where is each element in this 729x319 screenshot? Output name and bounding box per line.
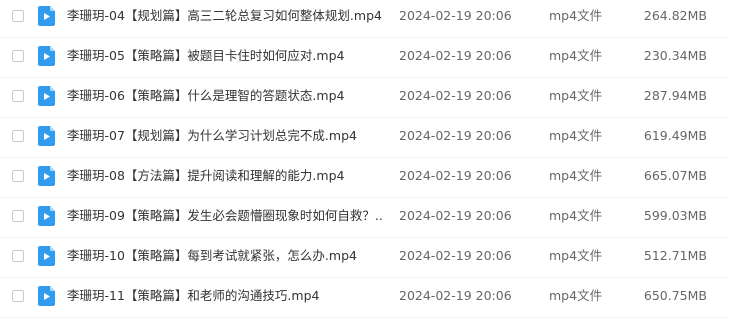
file-size: 264.82MB — [643, 8, 707, 23]
file-name[interactable]: 李珊玥-06【策略篇】什么是理智的答题状态.mp4 — [67, 87, 382, 105]
file-name[interactable]: 李珊玥-07【规划篇】为什么学习计划总完不成.mp4 — [67, 127, 382, 145]
row-checkbox[interactable] — [12, 250, 24, 262]
file-date: 2024-02-19 20:06 — [399, 88, 512, 103]
file-name[interactable]: 李珊玥-05【策略篇】被题目卡住时如何应对.mp4 — [67, 47, 382, 65]
video-file-icon — [38, 206, 55, 226]
file-name[interactable]: 李珊玥-10【策略篇】每到考试就紧张，怎么办.mp4 — [67, 247, 382, 265]
file-date: 2024-02-19 20:06 — [399, 248, 512, 263]
file-date: 2024-02-19 20:06 — [399, 208, 512, 223]
file-size: 665.07MB — [643, 168, 707, 183]
file-size: 619.49MB — [643, 128, 707, 143]
file-name[interactable]: 李珊玥-04【规划篇】高三二轮总复习如何整体规划.mp4 — [67, 7, 382, 25]
video-file-icon — [38, 6, 55, 26]
file-date: 2024-02-19 20:06 — [399, 288, 512, 303]
file-date: 2024-02-19 20:06 — [399, 8, 512, 23]
file-type: mp4文件 — [549, 168, 603, 183]
file-row[interactable]: 李珊玥-11【策略篇】和老师的沟通技巧.mp4 2024-02-19 20:06… — [0, 278, 729, 318]
file-type: mp4文件 — [549, 8, 603, 23]
video-file-icon — [38, 286, 55, 306]
file-size: 230.34MB — [643, 48, 707, 63]
file-row[interactable]: 李珊玥-10【策略篇】每到考试就紧张，怎么办.mp4 2024-02-19 20… — [0, 238, 729, 278]
file-size: 512.71MB — [643, 248, 707, 263]
file-name[interactable]: 李珊玥-11【策略篇】和老师的沟通技巧.mp4 — [67, 287, 382, 305]
video-file-icon — [38, 166, 55, 186]
video-file-icon — [38, 86, 55, 106]
file-row[interactable]: 李珊玥-09【策略篇】发生必会题懵圈现象时如何自救？.... 2024-02-1… — [0, 198, 729, 238]
file-row[interactable]: 李珊玥-07【规划篇】为什么学习计划总完不成.mp4 2024-02-19 20… — [0, 118, 729, 158]
file-name[interactable]: 李珊玥-09【策略篇】发生必会题懵圈现象时如何自救？.... — [67, 207, 382, 225]
file-date: 2024-02-19 20:06 — [399, 128, 512, 143]
video-file-icon — [38, 46, 55, 66]
file-row[interactable]: 李珊玥-08【方法篇】提升阅读和理解的能力.mp4 2024-02-19 20:… — [0, 158, 729, 198]
file-type: mp4文件 — [549, 128, 603, 143]
file-type: mp4文件 — [549, 48, 603, 63]
file-type: mp4文件 — [549, 288, 603, 303]
video-file-icon — [38, 246, 55, 266]
video-file-icon — [38, 126, 55, 146]
file-row[interactable]: 李珊玥-05【策略篇】被题目卡住时如何应对.mp4 2024-02-19 20:… — [0, 38, 729, 78]
file-row[interactable]: 李珊玥-06【策略篇】什么是理智的答题状态.mp4 2024-02-19 20:… — [0, 78, 729, 118]
row-checkbox[interactable] — [12, 50, 24, 62]
file-date: 2024-02-19 20:06 — [399, 48, 512, 63]
row-checkbox[interactable] — [12, 90, 24, 102]
file-type: mp4文件 — [549, 248, 603, 263]
file-date: 2024-02-19 20:06 — [399, 168, 512, 183]
file-size: 287.94MB — [643, 88, 707, 103]
file-list: 李珊玥-04【规划篇】高三二轮总复习如何整体规划.mp4 2024-02-19 … — [0, 0, 729, 319]
row-checkbox[interactable] — [12, 290, 24, 302]
file-type: mp4文件 — [549, 88, 603, 103]
row-checkbox[interactable] — [12, 10, 24, 22]
file-name[interactable]: 李珊玥-08【方法篇】提升阅读和理解的能力.mp4 — [67, 167, 382, 185]
row-checkbox[interactable] — [12, 130, 24, 142]
file-size: 599.03MB — [643, 208, 707, 223]
file-row[interactable]: 李珊玥-04【规划篇】高三二轮总复习如何整体规划.mp4 2024-02-19 … — [0, 0, 729, 38]
file-size: 650.75MB — [643, 288, 707, 303]
row-checkbox[interactable] — [12, 170, 24, 182]
row-checkbox[interactable] — [12, 210, 24, 222]
file-type: mp4文件 — [549, 208, 603, 223]
